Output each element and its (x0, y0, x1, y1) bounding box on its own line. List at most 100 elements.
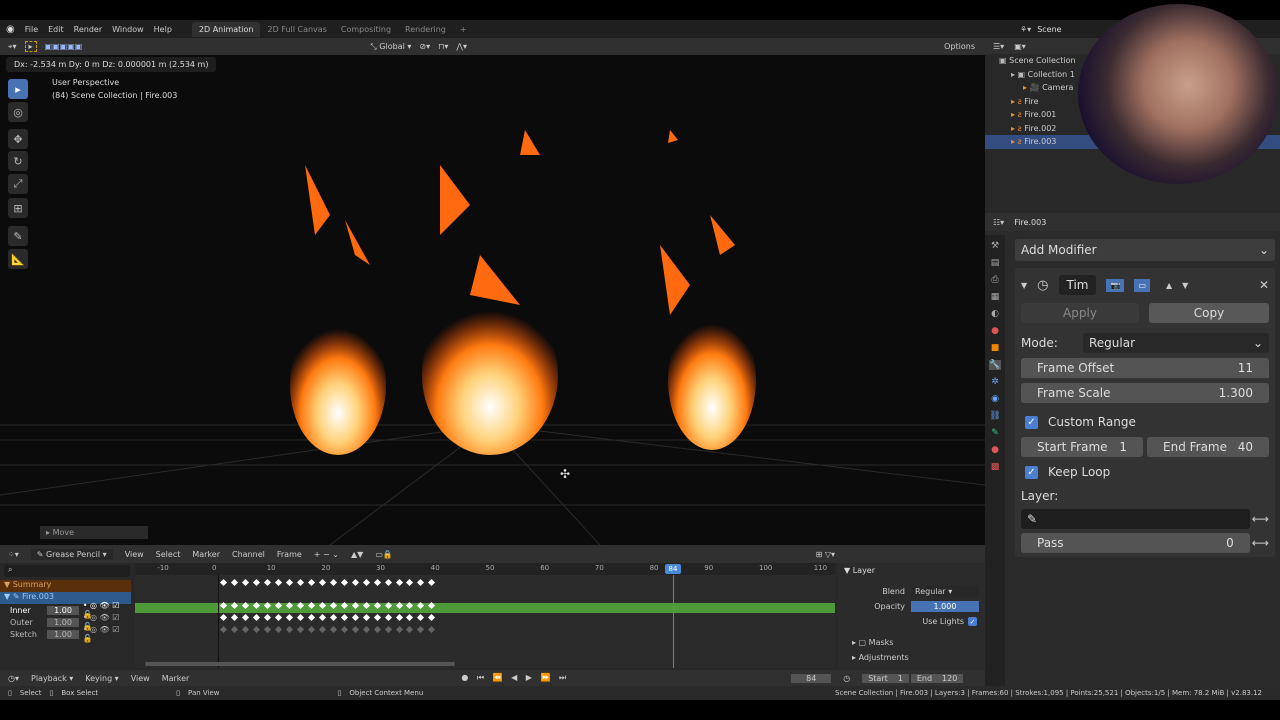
select-tool-icon[interactable]: ▸ (24, 41, 37, 52)
playback-controls[interactable]: ● ⏮ ⏪ ◀ ▶ ⏩ ⏭ (461, 673, 569, 683)
keyframe[interactable] (384, 613, 392, 622)
keyframe[interactable] (362, 613, 370, 622)
pivot-icon[interactable]: ⊘▾ (419, 42, 430, 51)
snap-icon[interactable]: ⊓▾ (438, 42, 448, 51)
copy-button[interactable]: Copy (1149, 303, 1269, 323)
scale-tool-icon[interactable]: ⤢ (8, 174, 28, 194)
keyframe[interactable] (318, 625, 326, 634)
keyframe[interactable] (362, 625, 370, 634)
rotate-tool-icon[interactable]: ↻ (8, 151, 28, 171)
last-operator-panel[interactable]: ▸ Move (40, 526, 148, 539)
menu-render[interactable]: Render (74, 25, 102, 34)
keyframe[interactable] (373, 613, 381, 622)
layer-channel[interactable]: Sketch 1.00 • ◎ 👁 ☑ 🔓 (0, 625, 131, 643)
keyframe[interactable] (318, 578, 326, 587)
keyframe[interactable] (340, 578, 348, 587)
keyframe[interactable] (253, 625, 261, 634)
stopwatch-icon[interactable]: ◷ (843, 674, 850, 683)
use-lights-checkbox[interactable]: Use Lights ✓ (838, 617, 985, 626)
start-frame-field[interactable]: Start 1 (862, 673, 909, 683)
render-tab-icon[interactable]: ▤ (991, 258, 1000, 268)
keep-loop-checkbox[interactable]: ✓ Keep Loop (1021, 465, 1269, 479)
keyframe[interactable] (253, 613, 261, 622)
tab-compositing[interactable]: Compositing (334, 22, 398, 37)
annotate-tool-icon[interactable]: ✎ (8, 226, 28, 246)
menu-marker[interactable]: Marker (162, 674, 190, 683)
keyframe[interactable] (286, 613, 294, 622)
keyframe[interactable] (297, 578, 305, 587)
keyframe[interactable] (329, 625, 337, 634)
keyframe[interactable] (340, 625, 348, 634)
keyframe-area[interactable]: -10 0 10 20 30 40 50 60 70 80 90 100 110 84 (135, 563, 835, 668)
keyframe[interactable] (384, 578, 392, 587)
frame-scale-field[interactable]: Frame Scale 1.300 (1021, 383, 1269, 403)
keyframe[interactable] (307, 578, 316, 587)
keyframe[interactable] (264, 613, 272, 622)
lock-icons[interactable]: ▭🔒 (375, 550, 393, 559)
select-box-tool-icon[interactable]: ▸ (8, 79, 28, 99)
world-tab-icon[interactable]: ● (991, 326, 999, 336)
add-workspace-button[interactable]: + (453, 22, 474, 37)
apply-button[interactable]: Apply (1021, 303, 1139, 323)
keyframe[interactable] (242, 578, 250, 587)
keyframe[interactable] (242, 625, 250, 634)
keyframe[interactable] (406, 613, 414, 622)
summary-channel[interactable]: ▼ Summary (0, 580, 131, 592)
current-frame-field[interactable]: 84 (791, 673, 832, 683)
keyframe[interactable] (220, 578, 228, 587)
modifier-tab-icon[interactable]: 🔧 (989, 360, 1001, 370)
horizontal-scrollbar[interactable] (145, 662, 455, 666)
add-modifier-dropdown[interactable]: Add Modifier ⌄ (1015, 239, 1275, 261)
keyframe[interactable] (231, 578, 239, 587)
channel-search-input[interactable]: ⌕ (4, 565, 130, 577)
keyframe[interactable] (329, 578, 337, 587)
keyframe[interactable] (264, 625, 272, 634)
render-toggle-icon[interactable]: 📷 (1106, 278, 1125, 292)
orientation-select[interactable]: ⤡ Global ▾ (370, 42, 411, 52)
menu-frame[interactable]: Frame (277, 550, 302, 559)
measure-tool-icon[interactable]: 📐 (8, 249, 28, 269)
keyframe[interactable] (395, 613, 403, 622)
add-remove-layer-icons[interactable]: + − ⌄ (314, 550, 339, 559)
properties-editor-icon[interactable]: ☷▾ (993, 218, 1004, 227)
invert-icon[interactable]: ⟷ (1252, 536, 1269, 550)
keyframe[interactable] (297, 613, 305, 622)
effects-tab-icon[interactable]: ✲ (991, 377, 999, 387)
keyframe[interactable] (351, 613, 359, 622)
keyframe[interactable] (307, 625, 316, 634)
display-mode-icon[interactable]: ☰▾ (993, 42, 1004, 51)
keyframe[interactable] (275, 613, 283, 622)
start-frame-field[interactable]: Start Frame 1 (1021, 437, 1143, 457)
keyframe[interactable] (242, 613, 250, 622)
view-layer-tab-icon[interactable]: ▦ (991, 292, 1000, 302)
menu-playback[interactable]: Playback ▾ (31, 674, 73, 683)
menu-select[interactable]: Select (156, 550, 181, 559)
tab-2d-animation[interactable]: 2D Animation (191, 21, 261, 37)
transform-tool-icon[interactable]: ⊞ (8, 198, 28, 218)
object-tab-icon[interactable]: ■ (991, 343, 1000, 353)
menu-marker[interactable]: Marker (192, 550, 220, 559)
adjustments-section[interactable]: ▸ Adjustments (838, 653, 985, 662)
keyframe[interactable] (395, 578, 403, 587)
masks-section[interactable]: ▸ ▢ Masks (838, 638, 985, 647)
tab-2d-full-canvas[interactable]: 2D Full Canvas (260, 22, 333, 37)
proportional-icon[interactable]: ⋀▾ (456, 42, 467, 51)
opacity-slider[interactable]: 1.000 (911, 601, 979, 612)
layer-opacity-field[interactable]: 1.00 (47, 617, 79, 627)
output-tab-icon[interactable]: ⎙ (991, 275, 998, 285)
menu-help[interactable]: Help (154, 25, 172, 34)
blend-dropdown[interactable]: Regular ▾ (911, 586, 979, 597)
keyframe[interactable] (351, 578, 359, 587)
keyframe[interactable] (220, 625, 228, 634)
scene-tab-icon[interactable]: ◐ (991, 309, 999, 319)
layer-section[interactable]: ▼ Layer (838, 563, 985, 578)
custom-range-checkbox[interactable]: ✓ Custom Range (1021, 415, 1269, 429)
editor-type-icon[interactable]: ⌖▾ (8, 42, 17, 52)
keyframe[interactable] (329, 613, 337, 622)
layer-opacity-field[interactable]: 1.00 (47, 605, 79, 615)
keyframe[interactable] (253, 578, 261, 587)
options-button[interactable]: Options (944, 42, 975, 51)
keyframe[interactable] (307, 613, 316, 622)
keyframe[interactable] (286, 578, 294, 587)
menu-channel[interactable]: Channel (232, 550, 265, 559)
